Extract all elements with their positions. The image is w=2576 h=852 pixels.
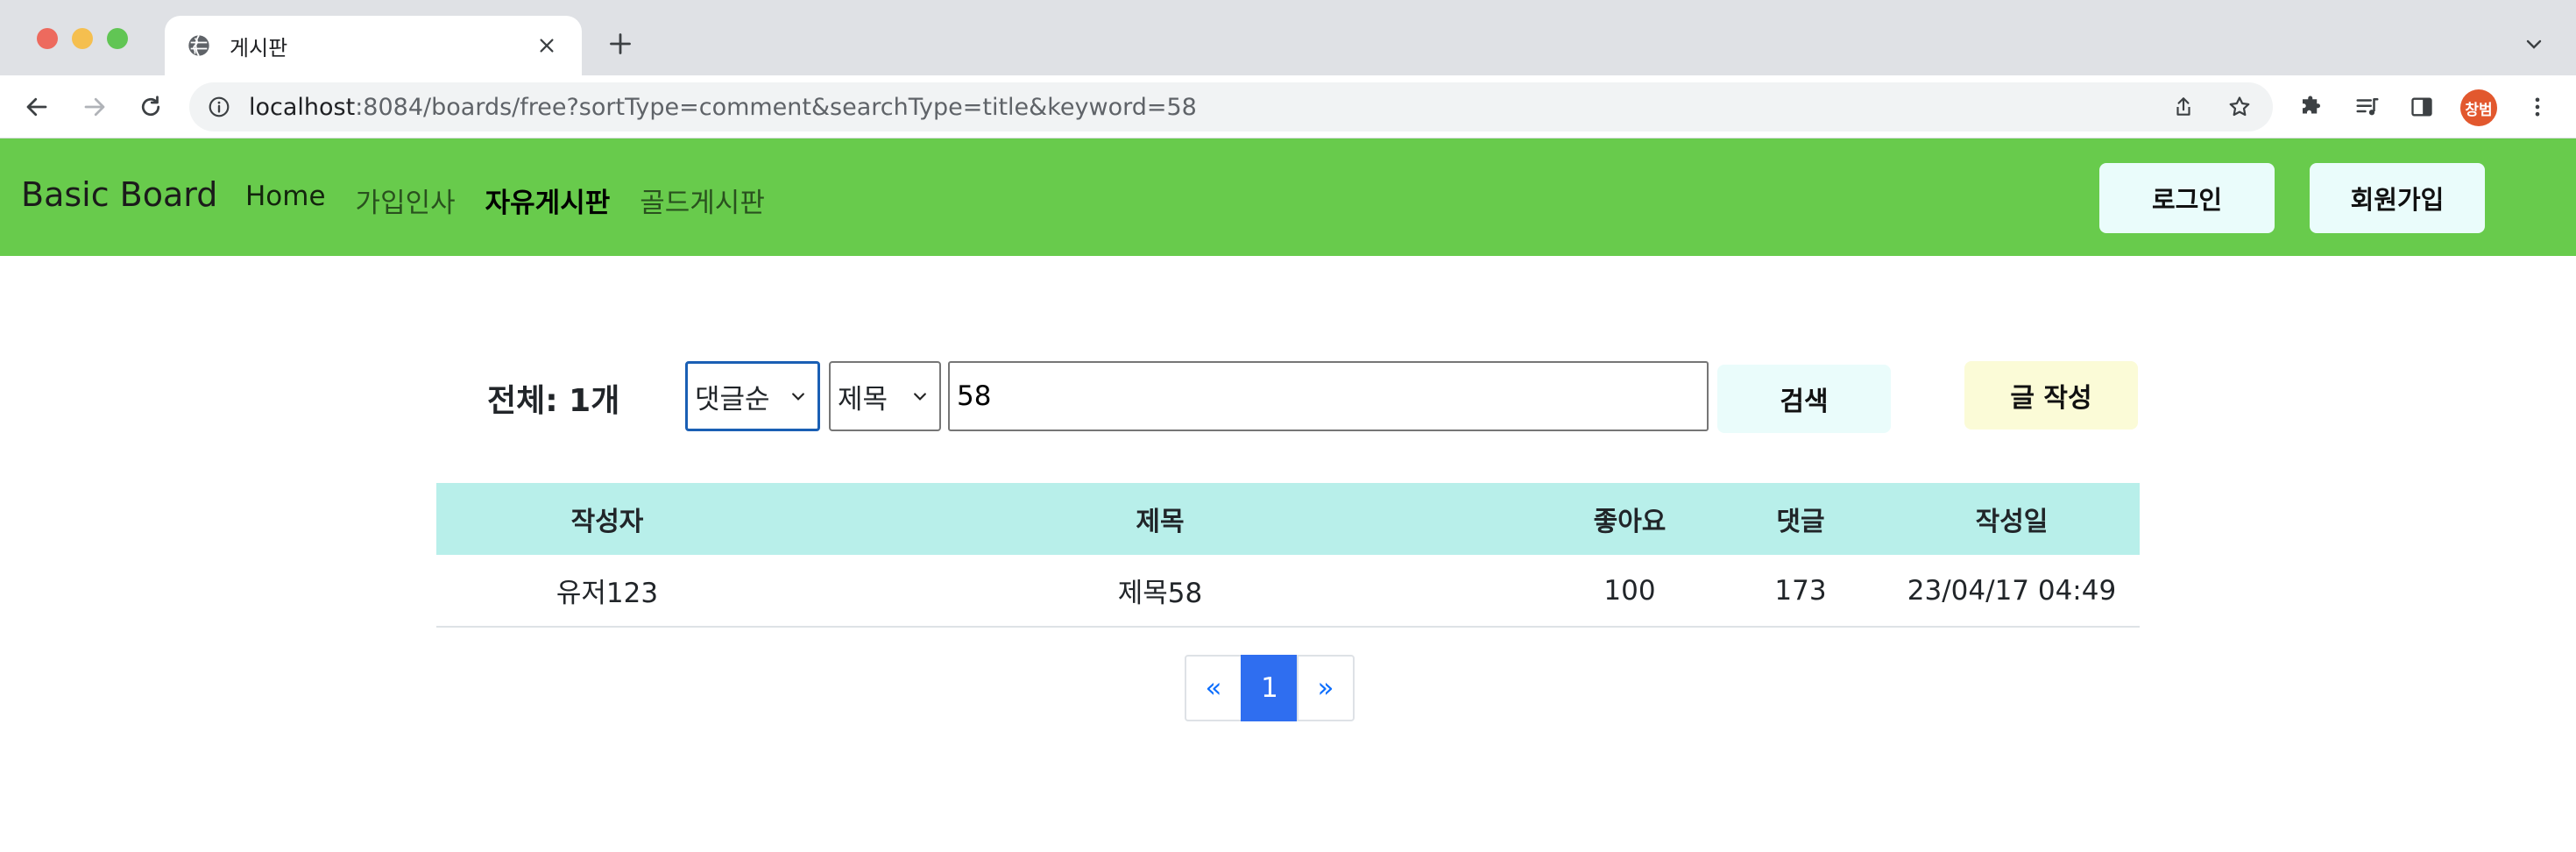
browser-tab[interactable]: 게시판	[165, 16, 582, 75]
pagination: « 1 »	[1185, 655, 1355, 721]
cell-writer: 유저123	[436, 555, 778, 628]
back-arrow-icon[interactable]	[19, 89, 54, 124]
chevron-down-icon	[786, 384, 810, 408]
nav-link-greetings[interactable]: 가입인사	[356, 181, 456, 220]
table-row[interactable]: 유저123 제목58 100 173 23/04/17 04:49	[436, 555, 2140, 628]
browser-toolbar: localhost:8084/boards/free?sortType=comm…	[0, 75, 2576, 138]
nav-link-gold-board[interactable]: 골드게시판	[640, 181, 765, 220]
search-type-value: 제목	[838, 383, 888, 415]
keyword-input[interactable]	[948, 361, 1709, 431]
reload-icon[interactable]	[133, 89, 168, 124]
forward-arrow-icon[interactable]	[77, 89, 112, 124]
window-close-button[interactable]	[37, 28, 58, 49]
url-host: localhost	[249, 94, 356, 121]
table-header-row: 작성자 제목 좋아요 댓글 작성일	[436, 483, 2140, 555]
new-tab-button[interactable]	[603, 26, 638, 61]
media-queue-icon[interactable]	[2350, 89, 2385, 124]
write-post-button[interactable]: 글 작성	[1964, 361, 2138, 430]
brand-link[interactable]: Basic Board	[21, 175, 217, 214]
page-next-button[interactable]: »	[1297, 655, 1355, 721]
url-path: :8084/boards/free?sortType=comment&searc…	[355, 94, 1197, 121]
window-minimize-button[interactable]	[72, 28, 93, 49]
nav-links: Home 가입인사 자유게시판 골드게시판	[245, 181, 765, 220]
info-icon[interactable]	[205, 93, 233, 121]
search-type-select[interactable]: 제목	[829, 361, 941, 431]
total-count: 전체: 1개	[487, 383, 620, 419]
chevron-down-icon	[908, 384, 932, 408]
cell-date: 23/04/17 04:49	[1884, 555, 2140, 628]
cell-comments: 173	[1717, 555, 1884, 628]
nav-link-home[interactable]: Home	[245, 181, 326, 220]
side-panel-icon[interactable]	[2404, 89, 2439, 124]
board-table: 작성자 제목 좋아요 댓글 작성일 유저123 제목58 100 173 23/…	[436, 483, 2140, 628]
site-navbar: Basic Board Home 가입인사 자유게시판 골드게시판 로그인 회원…	[0, 138, 2576, 256]
browser-titlebar: 게시판	[0, 0, 2576, 75]
puzzle-extension-icon[interactable]	[2294, 89, 2329, 124]
sort-select-value: 댓글순	[695, 383, 770, 415]
page-1-button[interactable]: 1	[1241, 655, 1299, 721]
close-icon[interactable]	[533, 32, 561, 60]
kebab-menu-icon[interactable]	[2520, 89, 2555, 124]
window-maximize-button[interactable]	[107, 28, 128, 49]
address-bar[interactable]: localhost:8084/boards/free?sortType=comm…	[189, 82, 2273, 131]
header-likes: 좋아요	[1542, 483, 1717, 555]
globe-icon	[186, 32, 212, 59]
nav-link-free-board[interactable]: 자유게시판	[485, 181, 611, 220]
profile-avatar[interactable]: 창범	[2460, 89, 2497, 126]
share-icon[interactable]	[2169, 93, 2197, 121]
header-title: 제목	[778, 483, 1542, 555]
tab-title: 게시판	[230, 35, 288, 60]
sort-select[interactable]: 댓글순	[685, 361, 820, 431]
search-button[interactable]: 검색	[1717, 365, 1891, 433]
login-button[interactable]: 로그인	[2099, 163, 2275, 233]
chevron-down-icon[interactable]	[2520, 30, 2548, 58]
header-comments: 댓글	[1717, 483, 1884, 555]
header-date: 작성일	[1884, 483, 2140, 555]
cell-title-link[interactable]: 제목58	[778, 555, 1542, 628]
page-prev-button[interactable]: «	[1185, 655, 1242, 721]
header-writer: 작성자	[436, 483, 778, 555]
url-text: localhost:8084/boards/free?sortType=comm…	[249, 94, 1197, 121]
signup-button[interactable]: 회원가입	[2310, 163, 2485, 233]
cell-likes: 100	[1542, 555, 1717, 628]
star-icon[interactable]	[2226, 93, 2254, 121]
